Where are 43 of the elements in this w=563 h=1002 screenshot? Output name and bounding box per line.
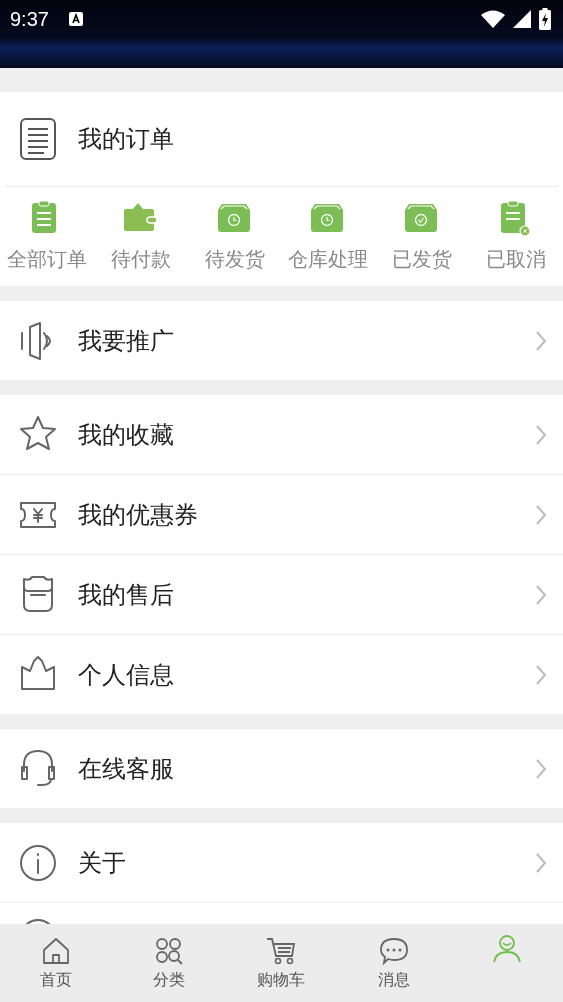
chevron-right-icon — [535, 583, 547, 606]
nav-tab[interactable]: 购物车 — [225, 924, 338, 1002]
wifi-icon — [481, 10, 505, 28]
menu-label: 关于 — [78, 847, 127, 879]
menu-item[interactable]: 我的售后 — [0, 555, 563, 635]
battery-icon — [539, 8, 551, 30]
chevron-right-icon — [535, 851, 547, 874]
chat-icon — [379, 935, 410, 966]
order-status-item[interactable]: 已发货 — [375, 187, 470, 286]
chevron-right-icon — [535, 329, 547, 352]
chevron-right-icon — [535, 423, 547, 446]
person-icon — [491, 934, 522, 964]
nav-tab[interactable]: 消息 — [337, 924, 451, 1002]
menu-label: 我要推广 — [78, 325, 175, 357]
order-status-item[interactable]: 已取消 — [469, 187, 563, 286]
cart-icon — [266, 935, 297, 966]
order-status-item[interactable]: 全部订单 — [0, 187, 94, 286]
nav-tab[interactable]: 分类 — [112, 924, 226, 1002]
grid-search-icon — [153, 935, 184, 966]
status-time: 9:37 — [10, 7, 49, 31]
chevron-right-icon — [535, 663, 547, 686]
menu-item[interactable]: 我要推广 — [0, 301, 563, 380]
menu-item[interactable]: 个人信息 — [0, 635, 563, 714]
order-status-item[interactable]: 待付款 — [93, 187, 188, 286]
chevron-right-icon — [535, 503, 547, 526]
menu-label: 我的售后 — [78, 579, 175, 611]
order-header[interactable]: 我的订单 — [5, 92, 558, 187]
home-icon — [41, 935, 72, 966]
menu-item[interactable]: 我的优惠券 — [0, 475, 563, 555]
nav-tab[interactable]: 首页 — [0, 924, 113, 1002]
keyboard-icon — [68, 12, 83, 26]
order-status-item[interactable]: 仓库处理 — [281, 187, 376, 286]
chevron-right-icon — [535, 757, 547, 780]
order-title: 我的订单 — [78, 124, 174, 155]
menu-label: 我的优惠券 — [78, 499, 199, 531]
menu-label: 个人信息 — [78, 659, 175, 691]
menu-item[interactable]: 在线客服 — [0, 729, 563, 808]
document-icon — [18, 117, 58, 161]
menu-item[interactable]: 我的收藏 — [0, 395, 563, 475]
menu-label: 我的收藏 — [78, 419, 175, 451]
signal-icon — [513, 10, 531, 28]
menu-label: 在线客服 — [78, 753, 175, 785]
order-status-item[interactable]: 待发货 — [187, 187, 282, 286]
